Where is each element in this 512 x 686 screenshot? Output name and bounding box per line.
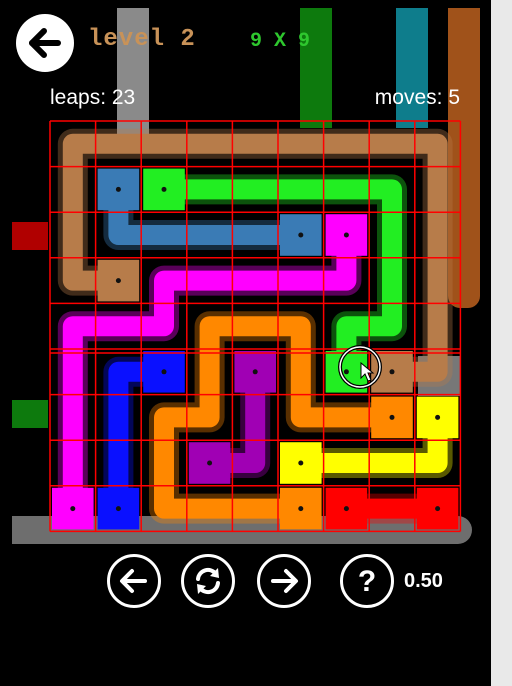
refresh-icon xyxy=(196,567,220,595)
endpoint-dot-15 xyxy=(298,460,304,466)
endpoint-dot-14 xyxy=(435,414,441,420)
reset-button[interactable] xyxy=(181,554,235,608)
svg-text:?: ? xyxy=(358,565,376,598)
endpoint-dot-12 xyxy=(389,414,395,420)
endpoint-dot-10 xyxy=(252,369,258,375)
game-screen: level 2 9 X 9 leaps: 23 moves: 5 ? 0.50 xyxy=(0,0,491,686)
endpoint-dot-17 xyxy=(435,506,441,512)
endpoint-dot-4 xyxy=(343,232,349,238)
arrow-left-icon xyxy=(120,569,147,593)
endpoint-dot-7 xyxy=(389,369,395,375)
window-edge xyxy=(491,0,512,686)
endpoint-dot-16 xyxy=(343,506,349,512)
endpoint-dot-3 xyxy=(343,369,349,375)
help-button[interactable]: ? xyxy=(340,554,394,608)
endpoint-dot-8 xyxy=(161,369,167,375)
question-icon: ? xyxy=(358,565,376,598)
endpoint-dot-6 xyxy=(115,278,121,284)
speed-value: 0.50 xyxy=(404,570,443,592)
endpoint-dot-9 xyxy=(115,506,121,512)
undo-button[interactable] xyxy=(107,554,161,608)
endpoint-dot-13 xyxy=(298,506,304,512)
redo-button[interactable] xyxy=(257,554,311,608)
endpoint-dot-2 xyxy=(161,186,167,192)
endpoint-dot-11 xyxy=(207,460,213,466)
endpoint-dot-1 xyxy=(298,232,304,238)
arrow-right-icon xyxy=(271,569,298,593)
endpoint-dot-0 xyxy=(115,186,121,192)
endpoint-dot-5 xyxy=(70,506,76,512)
